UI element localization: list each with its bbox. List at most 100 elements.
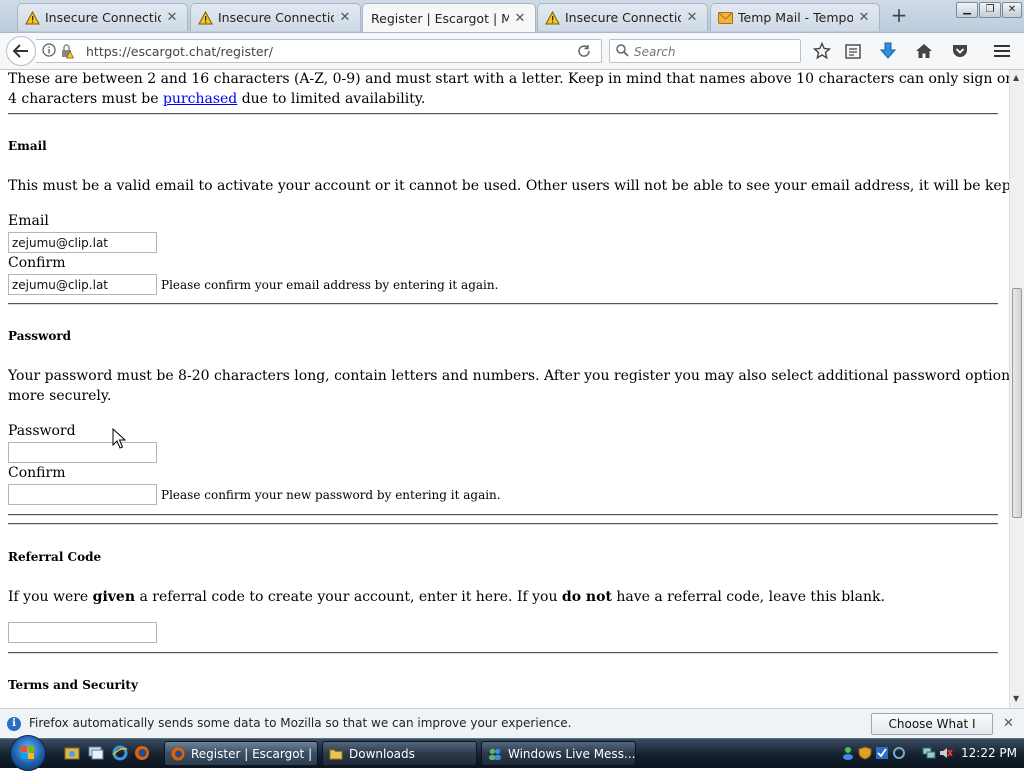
messenger-tray-icon[interactable] [841,746,855,760]
page-content: These are between 2 and 16 characters (A… [0,70,1009,708]
hamburger-menu-icon [994,45,1010,57]
reload-button[interactable] [575,42,593,60]
tab-insecure-connection-3[interactable]: Insecure Connection ✕ [537,3,708,31]
volume-muted-icon[interactable] [939,746,953,760]
email-description-text: This must be a valid email to activate y… [8,178,1009,194]
referral-code-field[interactable] [8,622,157,643]
tab-label: Insecure Connection [45,10,161,25]
clipboard-icon [845,44,861,59]
tab-label: Temp Mail - Tempo... [738,10,853,25]
firefox-icon [171,747,185,760]
shield-icon[interactable] [858,746,872,760]
explorer-icon[interactable] [64,745,80,761]
email-field[interactable] [8,232,157,253]
home-button[interactable] [913,41,935,61]
password-label: Password [8,423,76,439]
pocket-button[interactable] [949,41,971,61]
minimize-button[interactable]: ▁ [956,2,978,18]
email-confirm-hint: Please confirm your email address by ent… [161,278,499,292]
window-close-button[interactable]: ✕ [1002,2,1022,18]
email-section-title: Email [8,139,47,153]
referral-text-a: If you were [8,589,93,605]
firefox-icon[interactable] [134,745,150,761]
show-desktop-icon[interactable] [88,745,104,761]
close-icon[interactable]: ✕ [165,10,179,25]
sync-icon[interactable] [892,746,906,760]
start-button[interactable] [10,735,46,771]
divider [8,652,998,654]
search-icon [616,44,629,57]
search-input[interactable] [632,42,796,62]
purchased-link[interactable]: purchased [163,91,237,107]
bookmark-star-button[interactable] [811,41,833,61]
messenger-icon [488,748,502,760]
taskbar-item-firefox[interactable]: Register | Escargot | ... [164,741,318,766]
divider [8,113,998,115]
referral-section-title: Referral Code [8,550,102,564]
home-icon [916,44,932,58]
email-description: This must be a valid email to activate y… [8,178,1009,194]
downloads-button[interactable] [877,41,899,61]
windows-taskbar: Register | Escargot | ... Downloads Wind… [0,735,1024,771]
password-description: Your password must be 8-20 characters lo… [8,368,1009,384]
back-button[interactable] [6,36,36,66]
password-field[interactable] [8,442,157,463]
email-confirm-field[interactable] [8,274,157,295]
password-confirm-field[interactable] [8,484,157,505]
reload-icon [578,45,590,57]
choose-what-i-share-button[interactable]: Choose What I Share [871,713,993,751]
menu-button[interactable] [991,41,1013,61]
reading-list-button[interactable] [842,41,864,61]
url-text: https://escargot.chat/register/ [86,44,273,59]
divider [8,514,998,516]
internet-explorer-icon[interactable] [112,745,128,761]
taskbar-item-label: Register | Escargot | ... [191,746,317,761]
taskbar-item-downloads[interactable]: Downloads [322,741,477,766]
password-confirm-label: Confirm [8,465,66,481]
taskbar-clock[interactable]: 12:22 PM [961,746,1017,760]
tab-insecure-connection-1[interactable]: Insecure Connection ✕ [17,3,188,31]
close-icon[interactable]: ✕ [338,10,352,25]
tab-insecure-connection-2[interactable]: Insecure Connection ✕ [190,3,361,31]
taskbar-item-label: Downloads [349,746,415,761]
vertical-scrollbar[interactable]: ▲ ▼ [1009,70,1024,708]
taskbar-item-messenger[interactable]: Windows Live Mess... [481,741,636,766]
close-icon[interactable]: ✕ [685,10,699,25]
navigation-toolbar: https://escargot.chat/register/ [0,33,1024,70]
network-icon[interactable] [922,746,936,760]
security-center-icon[interactable] [875,746,889,760]
envelope-icon [717,10,733,26]
windows-logo-icon [21,746,34,759]
referral-description: If you were given a referral code to cre… [8,589,885,605]
divider [8,303,998,305]
info-icon[interactable] [42,43,56,57]
tab-label: Insecure Connection [565,10,681,25]
new-tab-button[interactable]: + [887,5,911,27]
tab-temp-mail[interactable]: Temp Mail - Tempo... ✕ [710,3,880,31]
password-section-title: Password [8,329,72,343]
download-arrow-icon [879,42,897,59]
tab-label: Register | Escargot | MS... [371,10,509,26]
close-icon[interactable]: ✕ [513,11,527,26]
email-label: Email [8,213,49,229]
tab-register-escargot[interactable]: Register | Escargot | MS... ✕ [362,3,536,32]
username-note: These are between 2 and 16 characters (A… [8,71,1009,87]
info-icon: i [7,717,21,731]
lock-warning-icon[interactable] [60,43,74,59]
notification-bar: i Firefox automatically sends some data … [0,708,1024,751]
close-icon[interactable]: ✕ [1003,716,1014,731]
scroll-up-arrow-icon[interactable]: ▲ [1013,73,1019,82]
scrollbar-thumb[interactable] [1012,288,1022,518]
warning-icon [544,10,560,26]
referral-text-b: a referral code to create your account, … [135,589,562,605]
search-bar[interactable] [609,39,801,63]
scroll-down-arrow-icon[interactable]: ▼ [1013,694,1019,703]
close-icon[interactable]: ✕ [857,10,871,25]
referral-text-given: given [92,589,135,605]
restore-button[interactable]: ❐ [979,2,1001,18]
password-confirm-hint: Please confirm your new password by ente… [161,488,501,502]
notification-text: Firefox automatically sends some data to… [29,716,572,730]
password-description-line2: more securely. [8,388,112,404]
warning-icon [24,10,40,26]
url-bar[interactable]: https://escargot.chat/register/ [36,39,602,63]
